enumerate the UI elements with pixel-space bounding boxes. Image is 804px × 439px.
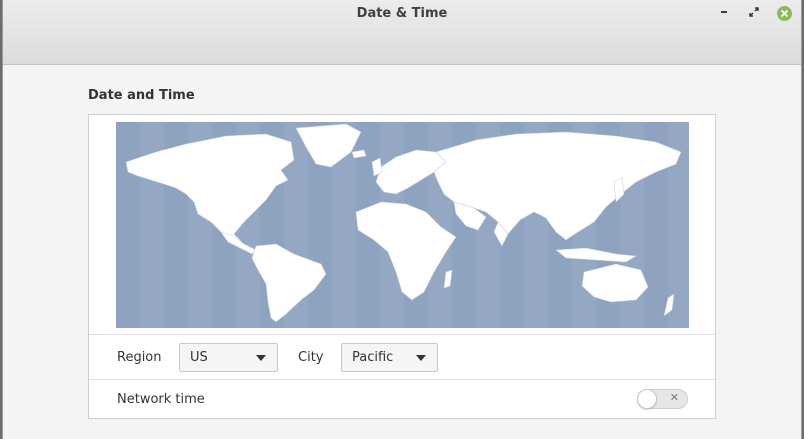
switch-knob bbox=[637, 389, 657, 409]
titlebar: Date & Time bbox=[3, 0, 801, 65]
region-combobox[interactable]: US bbox=[179, 343, 278, 372]
close-button[interactable] bbox=[775, 4, 793, 22]
chevron-down-icon bbox=[256, 354, 266, 361]
region-label: Region bbox=[117, 350, 162, 365]
separator bbox=[89, 379, 715, 380]
network-time-label: Network time bbox=[117, 392, 205, 407]
world-map-icon bbox=[116, 122, 682, 328]
city-label: City bbox=[298, 350, 324, 365]
minimize-icon bbox=[719, 6, 729, 20]
maximize-button[interactable] bbox=[745, 4, 763, 22]
close-icon bbox=[776, 5, 792, 21]
date-time-window: Date & Time Date and Time Region US City… bbox=[2, 0, 802, 439]
chevron-down-icon bbox=[416, 354, 426, 361]
section-title: Date and Time bbox=[88, 88, 195, 103]
timezone-map[interactable] bbox=[116, 122, 689, 328]
switch-off-icon: ✕ bbox=[669, 391, 679, 404]
network-time-switch[interactable]: ✕ bbox=[637, 389, 688, 409]
separator bbox=[89, 334, 715, 335]
minimize-button[interactable] bbox=[715, 4, 733, 22]
city-value: Pacific bbox=[352, 350, 394, 365]
region-value: US bbox=[190, 350, 208, 365]
date-time-settings-frame: Region US City Pacific Network time ✕ bbox=[88, 114, 716, 419]
city-combobox[interactable]: Pacific bbox=[341, 343, 438, 372]
window-title: Date & Time bbox=[356, 6, 448, 21]
maximize-icon bbox=[749, 6, 759, 20]
